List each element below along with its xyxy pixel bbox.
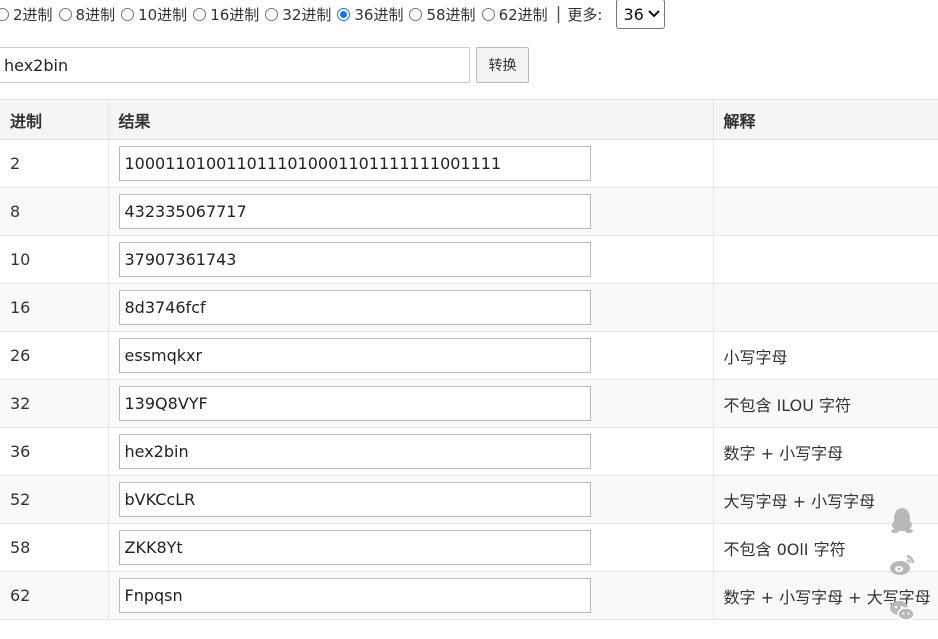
result-field[interactable]: 8d3746fcf xyxy=(118,290,591,325)
row-result-cell: hex2bin xyxy=(108,427,714,476)
row-radix: 10 xyxy=(0,235,109,284)
row-result-cell: 432335067717 xyxy=(108,187,714,236)
row-note xyxy=(713,187,938,236)
radio-label: 32进制 xyxy=(282,5,332,24)
radio-option-8[interactable]: 8进制 xyxy=(58,4,116,25)
row-radix: 32 xyxy=(0,379,109,428)
table-row: 2 1000110100110111010001101111111001111 xyxy=(0,139,938,188)
qq-penguin-icon[interactable] xyxy=(888,506,916,534)
radio-option-36[interactable]: 36进制 xyxy=(337,4,403,25)
row-radix: 52 xyxy=(0,475,109,524)
row-result-cell: ZKK8Yt xyxy=(108,523,714,572)
result-field[interactable]: hex2bin xyxy=(118,434,591,469)
row-radix: 62 xyxy=(0,571,109,620)
radio-option-32[interactable]: 32进制 xyxy=(265,4,331,25)
radio-label: 16进制 xyxy=(210,5,260,24)
more-radix-select[interactable]: 36 xyxy=(616,0,665,29)
table-row: 26 essmqkxr 小写字母 xyxy=(0,331,938,380)
row-result-cell: 139Q8VYF xyxy=(108,379,714,428)
radio-button[interactable] xyxy=(265,7,279,21)
row-note: 数字 + 小写字母 xyxy=(713,427,938,476)
header-note: 解释 xyxy=(713,99,938,140)
more-label: 更多: xyxy=(567,5,603,24)
radio-button[interactable] xyxy=(121,7,135,21)
table-row: 52 bVKCcLR 大写字母 + 小写字母 xyxy=(0,475,938,524)
radio-option-10[interactable]: 10进制 xyxy=(121,4,187,25)
table-row: 10 37907361743 xyxy=(0,235,938,284)
radio-label: 62进制 xyxy=(498,5,548,24)
row-radix: 36 xyxy=(0,427,109,476)
result-field[interactable]: 139Q8VYF xyxy=(118,386,591,421)
row-radix: 8 xyxy=(0,187,109,236)
weibo-icon[interactable] xyxy=(888,552,916,580)
radio-button-selected[interactable] xyxy=(337,7,351,21)
radix-radio-group: 2进制 8进制 10进制 16进制 32进制 36进制 58进制 62进制 | … xyxy=(0,0,665,29)
radio-option-2[interactable]: 2进制 xyxy=(0,4,53,25)
convert-button[interactable]: 转换 xyxy=(476,47,529,83)
result-field[interactable]: essmqkxr xyxy=(118,338,591,373)
row-result-cell: bVKCcLR xyxy=(108,475,714,524)
radio-label: 2进制 xyxy=(13,5,53,24)
number-input[interactable] xyxy=(0,47,470,83)
row-radix: 2 xyxy=(0,139,109,188)
result-field[interactable]: 1000110100110111010001101111111001111 xyxy=(118,146,591,181)
row-note: 不包含 ILOU 字符 xyxy=(713,379,938,428)
table-row: 58 ZKK8Yt 不包含 0OlI 字符 xyxy=(0,523,938,572)
header-radix: 进制 xyxy=(0,99,109,140)
result-field[interactable]: 37907361743 xyxy=(118,242,591,277)
row-result-cell: 1000110100110111010001101111111001111 xyxy=(108,139,714,188)
row-note xyxy=(713,139,938,188)
radio-button[interactable] xyxy=(0,7,9,21)
radio-button[interactable] xyxy=(409,7,423,21)
row-result-cell: 8d3746fcf xyxy=(108,283,714,332)
header-result: 结果 xyxy=(108,99,714,140)
result-field[interactable]: ZKK8Yt xyxy=(118,530,591,565)
table-row: 36 hex2bin 数字 + 小写字母 xyxy=(0,427,938,476)
separator: | xyxy=(555,4,562,24)
row-result-cell: essmqkxr xyxy=(108,331,714,380)
row-radix: 26 xyxy=(0,331,109,380)
result-field[interactable]: 432335067717 xyxy=(118,194,591,229)
input-row: 转换 xyxy=(0,47,529,83)
row-note xyxy=(713,283,938,332)
row-note xyxy=(713,235,938,284)
radio-button[interactable] xyxy=(481,7,495,21)
table-row: 16 8d3746fcf xyxy=(0,283,938,332)
chevron-down-icon xyxy=(648,7,660,21)
table-row: 32 139Q8VYF 不包含 ILOU 字符 xyxy=(0,379,938,428)
row-result-cell: 37907361743 xyxy=(108,235,714,284)
radio-button[interactable] xyxy=(193,7,207,21)
more-select-value: 36 xyxy=(623,4,644,24)
table-row: 8 432335067717 xyxy=(0,187,938,236)
wechat-icon[interactable] xyxy=(888,598,916,626)
radio-label: 36进制 xyxy=(354,5,404,24)
radio-label: 10进制 xyxy=(138,5,188,24)
table-header-row: 进制 结果 解释 xyxy=(0,99,938,140)
radio-label: 8进制 xyxy=(75,5,116,24)
results-table: 进制 结果 解释 2 10001101001101110100011011111… xyxy=(0,99,938,620)
row-radix: 58 xyxy=(0,523,109,572)
radio-button[interactable] xyxy=(58,7,72,21)
result-field[interactable]: Fnpqsn xyxy=(118,578,591,613)
row-note: 小写字母 xyxy=(713,331,938,380)
radio-option-16[interactable]: 16进制 xyxy=(193,4,259,25)
radio-option-58[interactable]: 58进制 xyxy=(409,4,476,25)
row-result-cell: Fnpqsn xyxy=(108,571,714,620)
radio-label: 58进制 xyxy=(426,5,476,24)
result-field[interactable]: bVKCcLR xyxy=(118,482,591,517)
row-radix: 16 xyxy=(0,283,109,332)
radio-option-62[interactable]: 62进制 xyxy=(481,4,548,25)
table-row: 62 Fnpqsn 数字 + 小写字母 + 大写字母 xyxy=(0,571,938,620)
